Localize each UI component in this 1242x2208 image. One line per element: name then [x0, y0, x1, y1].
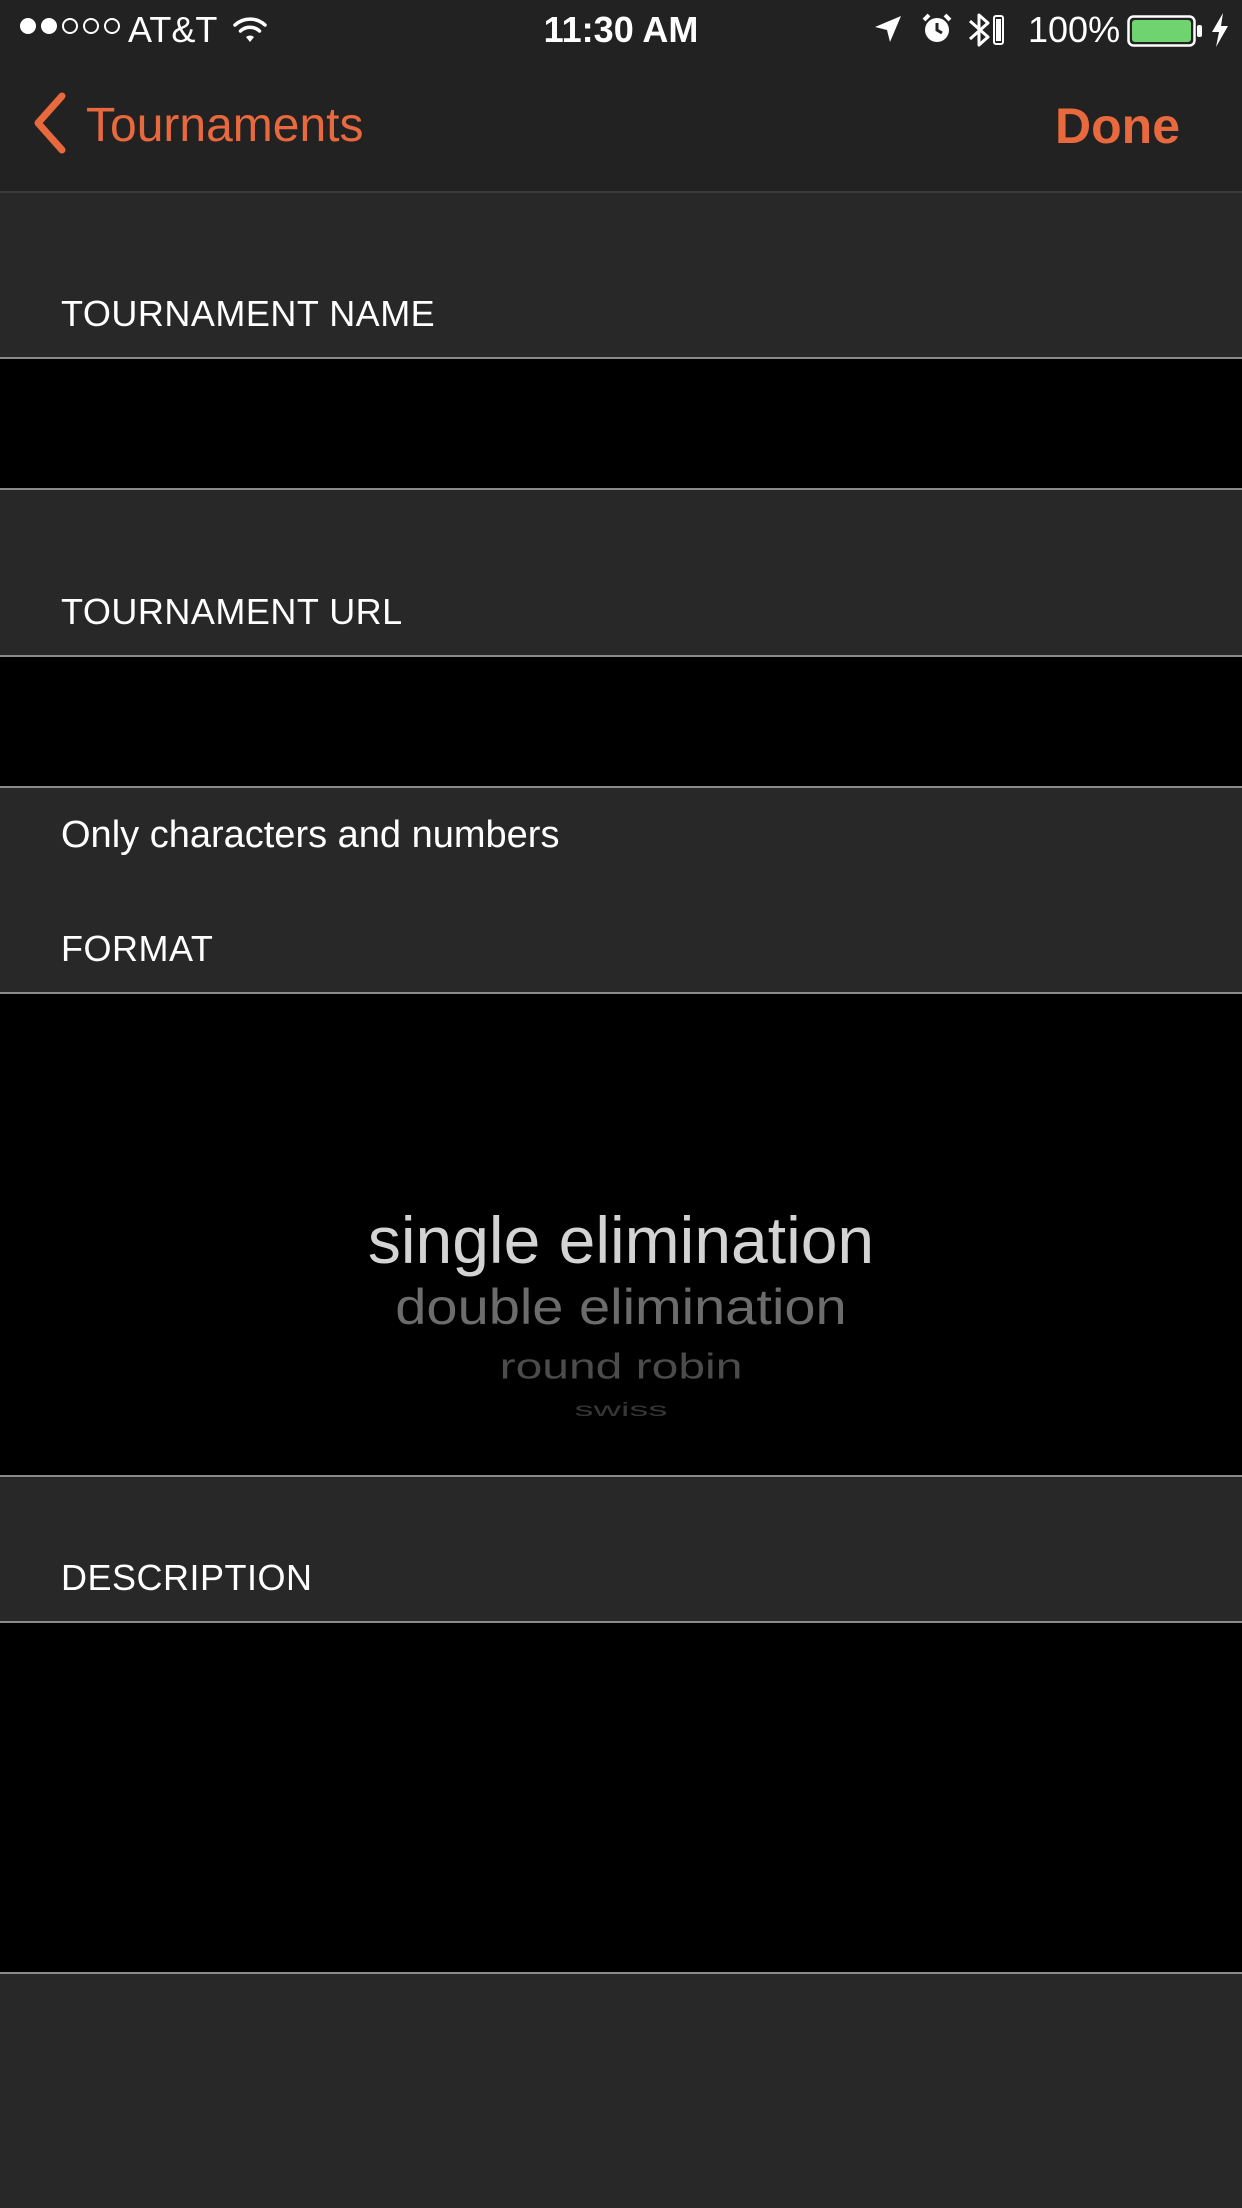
tournament-url-label: TOURNAMENT URL: [61, 591, 403, 632]
navigation-bar: Tournaments Done: [0, 60, 1242, 193]
format-picker[interactable]: single elimination double elimination ro…: [0, 992, 1242, 1477]
done-button[interactable]: Done: [1055, 60, 1180, 191]
new-tournament-screen: AT&T 11:30 AM 100% Tournaments Done TOUR…: [0, 0, 1242, 2208]
format-option[interactable]: double elimination: [0, 1277, 1242, 1336]
back-button[interactable]: Tournaments: [30, 60, 363, 191]
tournament-name-label: TOURNAMENT NAME: [61, 293, 436, 334]
back-button-label: Tournaments: [86, 99, 364, 152]
url-hint-text: Only characters and numbers: [61, 814, 560, 856]
tournament-name-field: [0, 357, 1242, 490]
description-input[interactable]: [0, 1623, 1242, 1972]
battery-icon: [1127, 15, 1203, 52]
tournament-url-field: [0, 655, 1242, 788]
description-field: [0, 1621, 1242, 1974]
alarm-clock-icon: [920, 12, 954, 51]
format-label: FORMAT: [61, 928, 214, 969]
status-bar: AT&T 11:30 AM 100%: [0, 0, 1242, 60]
format-option[interactable]: round robin: [0, 1346, 1242, 1388]
description-label: DESCRIPTION: [61, 1557, 313, 1598]
chevron-left-icon: [30, 92, 70, 159]
location-arrow-icon: [873, 14, 903, 49]
tournament-url-input[interactable]: [0, 657, 1242, 786]
battery-percentage: 100%: [1028, 9, 1121, 50]
format-option-selected[interactable]: single elimination: [0, 1202, 1242, 1278]
charging-bolt-icon: [1210, 12, 1230, 53]
format-option[interactable]: swiss: [0, 1400, 1242, 1421]
bluetooth-icon: [966, 10, 1010, 55]
tournament-name-input[interactable]: [0, 359, 1242, 488]
